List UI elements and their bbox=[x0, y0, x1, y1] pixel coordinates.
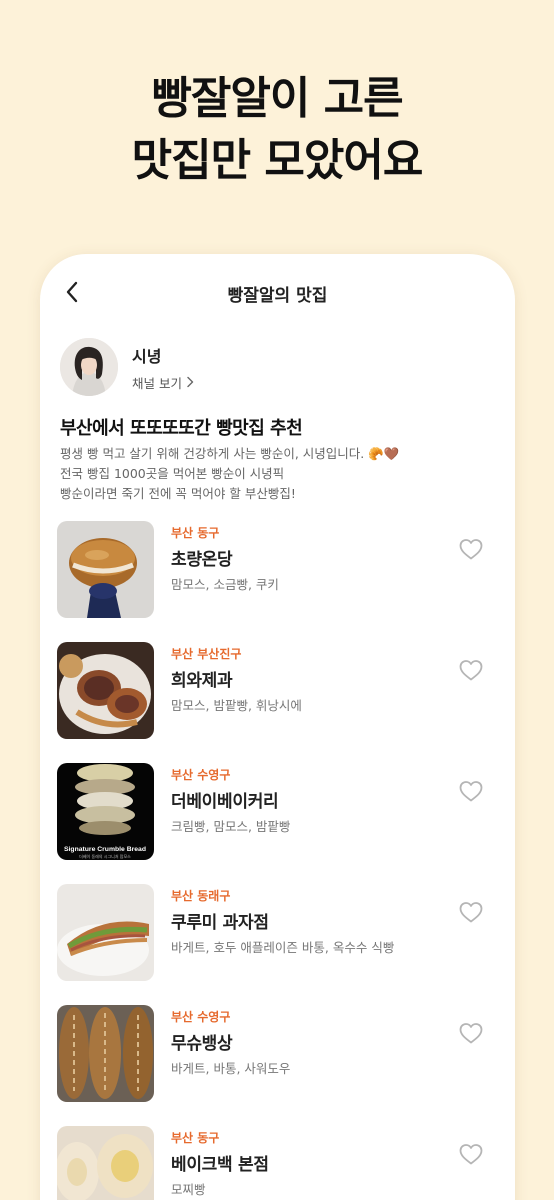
heart-icon[interactable] bbox=[458, 658, 484, 682]
shop-thumbnail[interactable] bbox=[57, 642, 154, 739]
view-channel-link[interactable]: 채널 보기 bbox=[132, 373, 194, 392]
shop-menu-tags: 바게트, 바통, 사워도우 bbox=[171, 1061, 291, 1076]
shop-name: 무슈뱅상 bbox=[171, 1034, 233, 1054]
shop-region: 부산 부산진구 bbox=[171, 647, 242, 661]
shop-thumbnail[interactable] bbox=[57, 1126, 154, 1200]
thumbnail-subcaption: 더베이 동래의 시그니처 맘모스 bbox=[79, 853, 131, 859]
shop-name: 희와제과 bbox=[171, 671, 233, 691]
shop-item[interactable]: 부산 부산진구 희와제과 맘모스, 밤팥빵, 휘낭시에 bbox=[40, 642, 515, 742]
shop-name: 쿠루미 과자점 bbox=[171, 913, 269, 933]
chevron-right-icon bbox=[187, 376, 194, 388]
top-bar: 빵잘알의 맛집 bbox=[40, 272, 515, 312]
description-line-2: 전국 빵집 1000곳을 먹어본 빵순이 시녕픽 bbox=[60, 466, 285, 481]
shop-region: 부산 동구 bbox=[171, 526, 220, 540]
shop-thumbnail[interactable] bbox=[57, 521, 154, 618]
description-line-1: 평생 빵 먹고 살기 위해 건강하게 사는 빵순이, 시녕입니다. 🥐🤎 bbox=[60, 446, 400, 461]
shop-menu-tags: 크림빵, 맘모스, 밤팥빵 bbox=[171, 819, 291, 834]
heart-icon[interactable] bbox=[458, 779, 484, 803]
shop-item[interactable]: 부산 동구 초량온당 맘모스, 소금빵, 쿠키 bbox=[40, 521, 515, 621]
shop-menu-tags: 바게트, 호두 애플레이즌 바통, 옥수수 식빵 bbox=[171, 940, 395, 955]
shop-menu-tags: 맘모스, 밤팥빵, 휘낭시에 bbox=[171, 698, 302, 713]
heart-icon[interactable] bbox=[458, 1142, 484, 1166]
avatar[interactable] bbox=[60, 338, 118, 396]
shop-thumbnail[interactable] bbox=[57, 884, 154, 981]
headline-line-2: 맛집만 모았어요 bbox=[131, 135, 424, 186]
shop-name: 초량온당 bbox=[171, 550, 233, 570]
description-line-3: 빵순이라면 죽기 전에 꼭 먹어야 할 부산빵집! bbox=[60, 486, 296, 501]
shop-region: 부산 동래구 bbox=[171, 889, 231, 903]
view-channel-label: 채널 보기 bbox=[132, 375, 182, 391]
shop-item[interactable]: Signature Crumble Bread 더베이 동래의 시그니처 맘모스… bbox=[40, 763, 515, 863]
phone-screen: 빵잘알의 맛집 시녕 채널 보기 부산에서 또또또또간 빵맛집 추천 평생 빵 … bbox=[40, 254, 515, 1200]
heart-icon[interactable] bbox=[458, 537, 484, 561]
shop-region: 부산 동구 bbox=[171, 1131, 220, 1145]
shop-thumbnail[interactable] bbox=[57, 1005, 154, 1102]
curator-profile: 시녕 채널 보기 bbox=[60, 338, 194, 396]
collection-title: 부산에서 또또또또간 빵맛집 추천 bbox=[60, 418, 303, 439]
heart-icon[interactable] bbox=[458, 900, 484, 924]
shop-item[interactable]: 부산 동구 베이크백 본점 모찌빵 bbox=[40, 1126, 515, 1200]
shop-menu-tags: 모찌빵 bbox=[171, 1182, 206, 1197]
shop-region: 부산 수영구 bbox=[171, 768, 231, 782]
shop-thumbnail[interactable]: Signature Crumble Bread 더베이 동래의 시그니처 맘모스 bbox=[57, 763, 154, 860]
shop-menu-tags: 맘모스, 소금빵, 쿠키 bbox=[171, 577, 279, 592]
headline-line-1: 빵잘알이 고른 bbox=[151, 73, 403, 124]
heart-icon[interactable] bbox=[458, 1021, 484, 1045]
shop-item[interactable]: 부산 수영구 무슈뱅상 바게트, 바통, 사워도우 bbox=[40, 1005, 515, 1105]
shop-region: 부산 수영구 bbox=[171, 1010, 231, 1024]
shop-name: 더베이베이커리 bbox=[171, 792, 279, 812]
thumbnail-caption: Signature Crumble Bread bbox=[64, 846, 146, 853]
shop-name: 베이크백 본점 bbox=[171, 1155, 269, 1175]
shop-item[interactable]: 부산 동래구 쿠루미 과자점 바게트, 호두 애플레이즌 바통, 옥수수 식빵 bbox=[40, 884, 515, 984]
page-title: 빵잘알의 맛집 bbox=[227, 286, 328, 306]
collection-description: 평생 빵 먹고 살기 위해 건강하게 사는 빵순이, 시녕입니다. 🥐🤎 전국 … bbox=[60, 444, 399, 504]
curator-name: 시녕 bbox=[132, 346, 162, 366]
promo-headline: 빵잘알이 고른 맛집만 모았어요 bbox=[0, 68, 554, 192]
